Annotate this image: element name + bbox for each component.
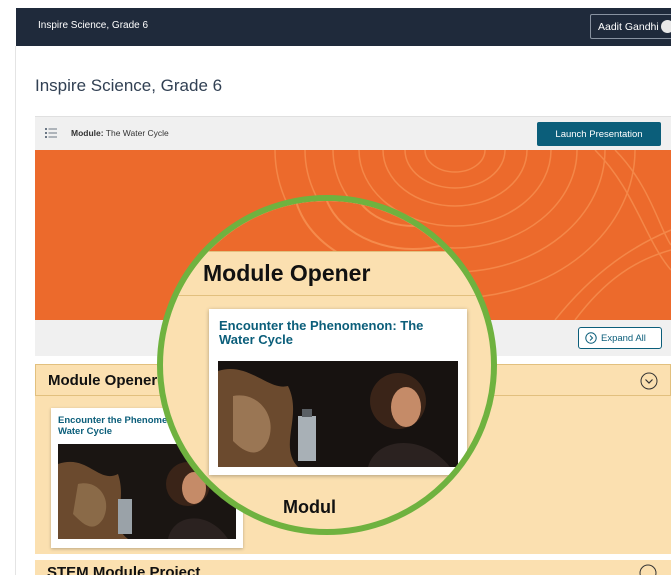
- page-title: Inspire Science, Grade 6: [35, 76, 223, 95]
- user-name: Aadit Gandhi: [598, 20, 659, 33]
- section-header-stem-project[interactable]: STEM Module Project: [35, 560, 671, 575]
- launch-presentation-button[interactable]: Launch Presentation: [537, 122, 661, 146]
- left-edge-panel: [0, 0, 16, 575]
- section-title: STEM Module Project: [47, 564, 201, 575]
- magnified-card-title[interactable]: Encounter the Phenomenon: The Water Cycl…: [219, 319, 459, 347]
- chevron-down-icon[interactable]: [639, 564, 657, 575]
- list-icon[interactable]: [45, 128, 57, 138]
- avatar: [661, 20, 671, 33]
- module-prefix: Module:: [71, 128, 104, 138]
- magnified-card-image[interactable]: [218, 361, 458, 467]
- app-title: Inspire Science, Grade 6: [38, 20, 149, 31]
- expand-icon: [585, 332, 597, 344]
- magnifier-overlay: Module Opener Encounter the Phenomenon: …: [157, 195, 497, 535]
- magnified-lesson-card[interactable]: Encounter the Phenomenon: The Water Cycl…: [209, 309, 467, 475]
- module-label: Module: The Water Cycle: [71, 128, 169, 138]
- magnified-section-header: Module Opener: [163, 251, 491, 296]
- section-title: Module Opener: [48, 372, 158, 389]
- expand-all-button[interactable]: Expand All: [578, 327, 662, 349]
- expand-all-label: Expand All: [601, 332, 646, 344]
- module-bar: Module: The Water Cycle Launch Presentat…: [35, 116, 671, 150]
- user-menu-button[interactable]: Aadit Gandhi: [590, 14, 671, 39]
- magnified-next-section: Modul: [283, 497, 336, 517]
- magnified-banner: [163, 201, 491, 274]
- chevron-down-icon[interactable]: [640, 372, 658, 390]
- magnified-section-title: Module Opener: [203, 260, 371, 286]
- module-name: The Water Cycle: [105, 128, 169, 138]
- top-navigation-bar: Inspire Science, Grade 6 Aadit Gandhi: [16, 8, 671, 46]
